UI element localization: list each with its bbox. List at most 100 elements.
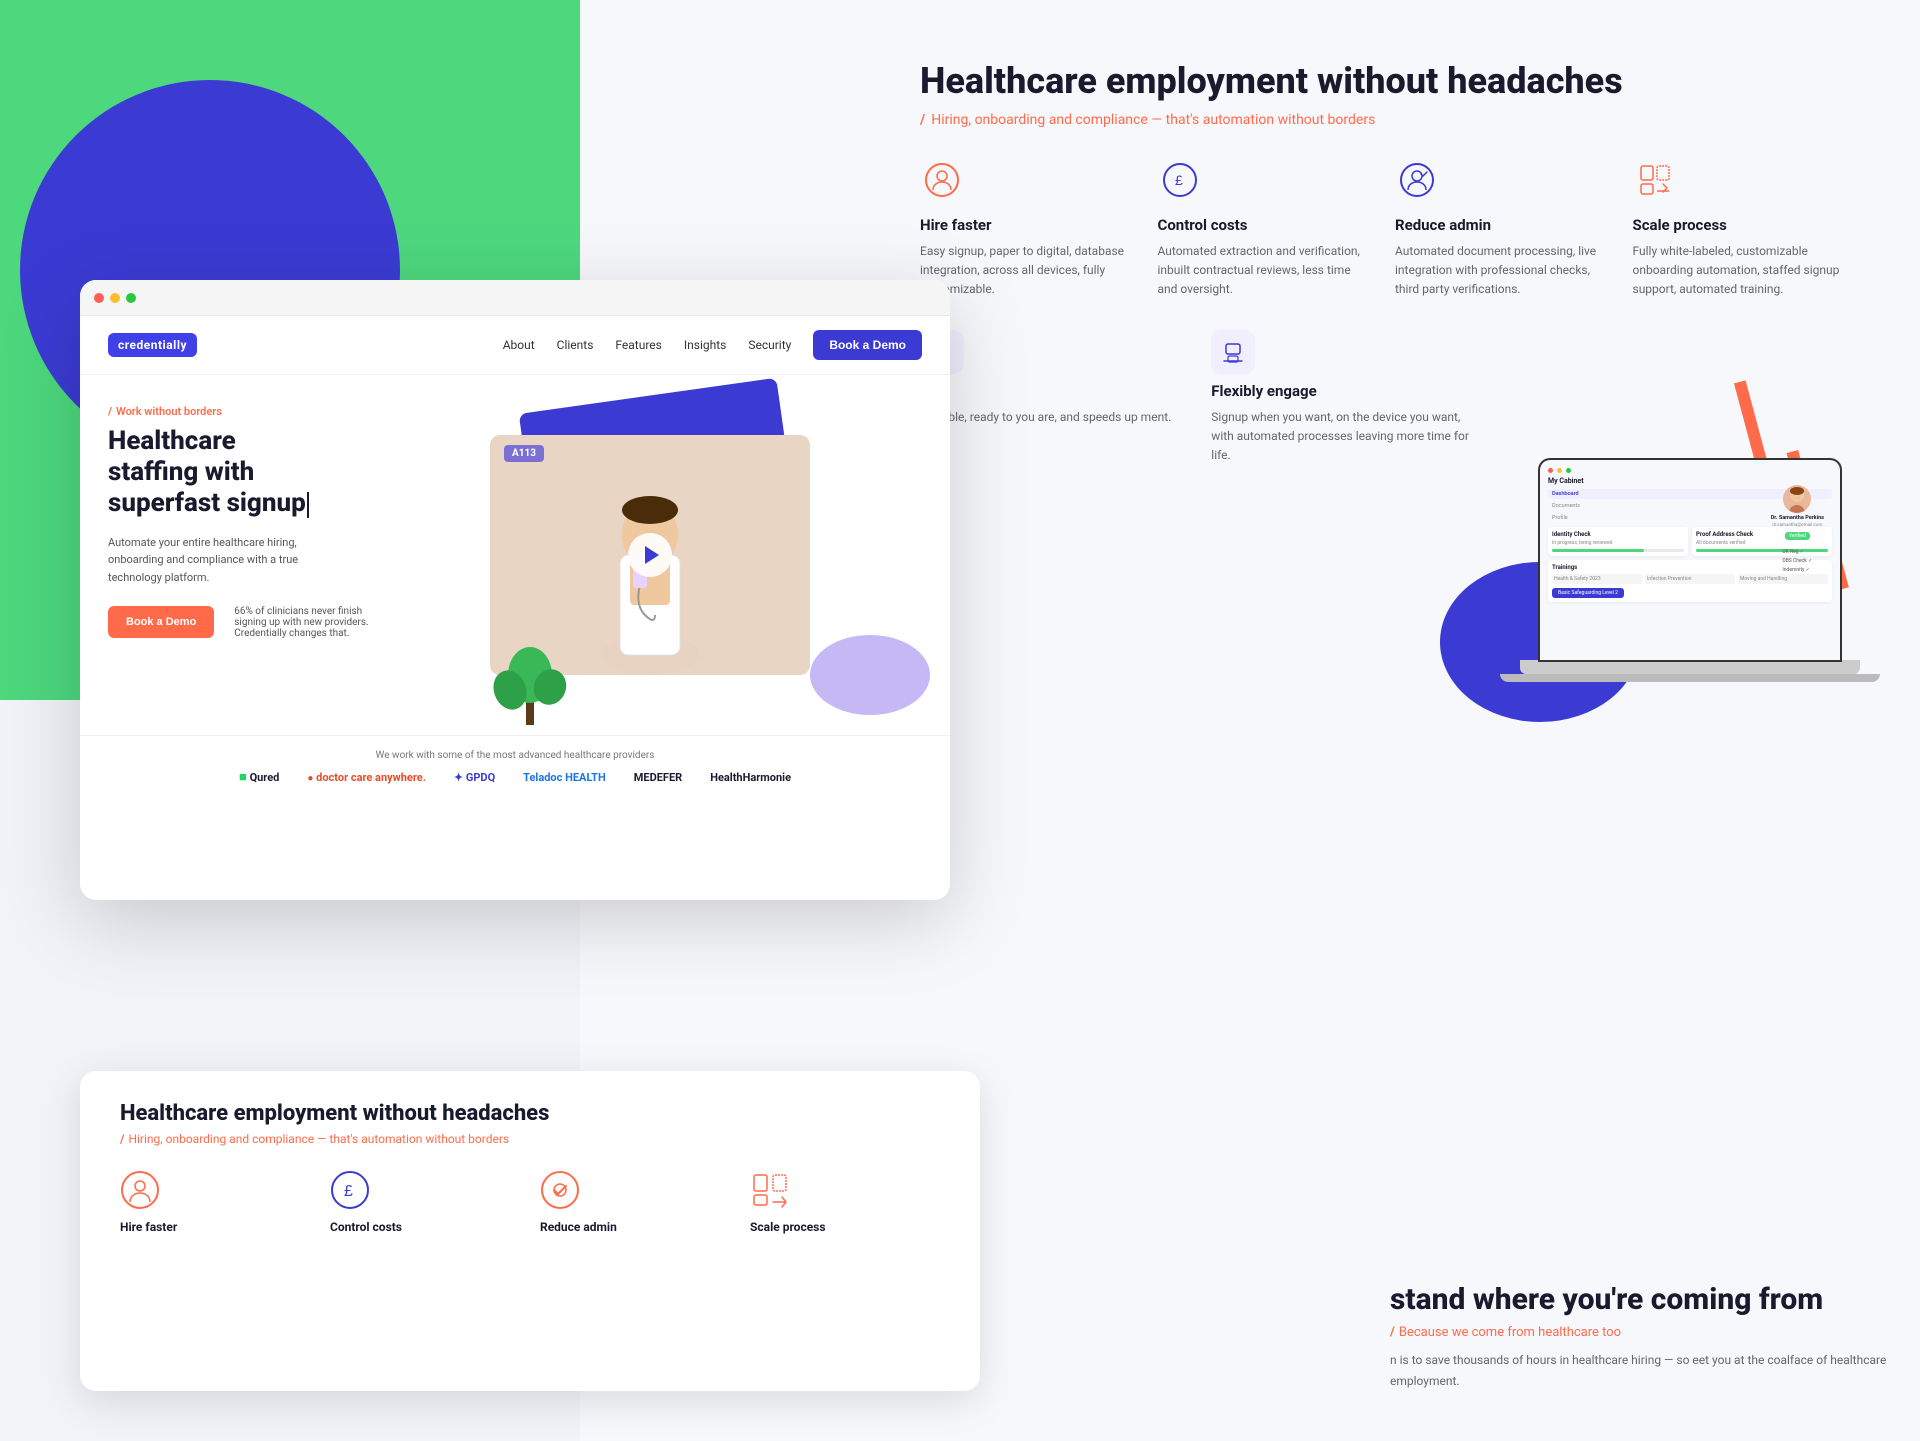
browser-chrome-bar xyxy=(80,280,950,316)
video-badge: A113 xyxy=(504,445,544,462)
laptop-screen-inner: My Cabinet Dashboard Documents Profile I… xyxy=(1540,460,1840,660)
browser-dot-fullscreen[interactable] xyxy=(126,293,136,303)
dash-identity-progress-fill xyxy=(1552,549,1644,552)
laptop-outer: My Cabinet Dashboard Documents Profile I… xyxy=(1500,460,1880,682)
bottom-admin-icon xyxy=(540,1170,580,1210)
hero-book-demo-button[interactable]: Book a Demo xyxy=(108,606,214,638)
nav-book-demo-button[interactable]: Book a Demo xyxy=(813,330,922,360)
features-main-title: Healthcare employment without headaches xyxy=(920,60,1840,102)
hero-illustration-area: A113 xyxy=(430,375,950,735)
reduce-admin-icon xyxy=(1395,158,1439,202)
svg-text:£: £ xyxy=(344,1183,353,1200)
dash-identity-title: Identity Check xyxy=(1552,531,1684,538)
partner-qured: ■ Qured xyxy=(239,769,279,785)
dash-dot-green xyxy=(1566,468,1571,473)
nav-clients[interactable]: Clients xyxy=(557,338,594,352)
dash-verified-badge: Verified xyxy=(1785,532,1810,540)
feature-control-costs-name: Control costs xyxy=(1158,216,1366,234)
engage-sily-desc: portable, ready to you are, and speeds u… xyxy=(920,408,1171,427)
bottom-browser-card: Healthcare employment without headaches … xyxy=(80,1071,980,1391)
site-navbar: credentially About Clients Features Insi… xyxy=(80,316,950,375)
dash-identity-card: Identity Check In progress, being review… xyxy=(1548,527,1688,556)
bottom-feature-hire-name: Hire faster xyxy=(120,1220,310,1234)
brand-logo[interactable]: credentially xyxy=(108,333,197,357)
hire-faster-icon xyxy=(920,158,964,202)
engage-flexibly-desc: Signup when you want, on the device you … xyxy=(1211,408,1471,466)
hero-description: Automate your entire healthcare hiring, … xyxy=(108,534,328,587)
dash-avatar xyxy=(1783,485,1811,513)
control-costs-icon: £ xyxy=(1158,158,1202,202)
feature-reduce-admin-name: Reduce admin xyxy=(1395,216,1603,234)
engage-flexibly-name: Flexibly engage xyxy=(1211,382,1471,400)
stand-section-title: stand where you're coming from xyxy=(1390,1282,1890,1317)
bottom-scale-icon xyxy=(750,1170,790,1210)
hero-tag: Work without borders xyxy=(108,405,412,418)
features-subtitle: Hiring, onboarding and compliance — that… xyxy=(920,112,1840,128)
laptop-mockup-section: My Cabinet Dashboard Documents Profile I… xyxy=(1500,460,1880,682)
nav-insights[interactable]: Insights xyxy=(684,338,726,352)
training-item-1: Health & Safety 2023 xyxy=(1552,574,1642,584)
feature-control-costs-desc: Automated extraction and verification, i… xyxy=(1158,242,1366,300)
nav-about[interactable]: About xyxy=(503,338,535,352)
engage-sily: sily portable, ready to you are, and spe… xyxy=(920,330,1171,466)
partner-gpdq: ✦ GPDQ xyxy=(454,771,495,784)
dash-safeguarding-badge[interactable]: Basic Safeguarding Level 2 xyxy=(1552,588,1624,598)
feature-scale-process-desc: Fully white-labeled, customizable onboar… xyxy=(1633,242,1841,300)
video-play-button[interactable] xyxy=(628,533,672,577)
dash-identity-sub: In progress, being reviewed xyxy=(1552,540,1684,546)
stand-section: stand where you're coming from Because w… xyxy=(1390,1282,1890,1391)
feature-control-costs: £ Control costs Automated extraction and… xyxy=(1158,158,1366,300)
laptop-base-foot xyxy=(1500,674,1880,682)
stand-section-desc: n is to save thousands of hours in healt… xyxy=(1390,1350,1890,1391)
partner-doctorcare: ● doctor care anywhere. xyxy=(307,771,426,784)
browser-dot-minimize[interactable] xyxy=(110,293,120,303)
feature-reduce-admin: Reduce admin Automated document processi… xyxy=(1395,158,1603,300)
bottom-feature-scale: Scale process xyxy=(750,1170,940,1234)
hero-section: Work without borders Healthcare staffing… xyxy=(80,375,950,735)
dash-person-name: Dr. Samantha Perkins xyxy=(1771,515,1824,521)
training-item-2: Infection Prevention xyxy=(1645,574,1735,584)
nav-features[interactable]: Features xyxy=(615,338,661,352)
scale-process-icon xyxy=(1633,158,1677,202)
bottom-hire-icon xyxy=(120,1170,160,1210)
features-top-section: Healthcare employment without headaches … xyxy=(920,60,1840,465)
nav-links-container: About Clients Features Insights Security… xyxy=(503,330,922,360)
play-triangle-icon xyxy=(645,546,659,564)
engage-sily-name: sily xyxy=(920,382,1171,400)
bottom-card-title: Healthcare employment without headaches xyxy=(120,1101,940,1126)
browser-dot-close[interactable] xyxy=(94,293,104,303)
partner-teladoc: Teladoc HEALTH xyxy=(523,771,606,784)
partners-label: We work with some of the most advanced h… xyxy=(108,750,922,761)
hero-stat-text: 66% of clinicians never finish signing u… xyxy=(234,606,394,639)
dash-person-email: dr.samantha@email.com xyxy=(1772,523,1822,528)
partners-section: We work with some of the most advanced h… xyxy=(80,735,950,799)
feature-hire-faster-name: Hire faster xyxy=(920,216,1128,234)
engage-flexibly-icon xyxy=(1211,330,1255,374)
bottom-feature-hire: Hire faster xyxy=(120,1170,310,1234)
dash-title: My Cabinet xyxy=(1548,477,1832,485)
bottom-costs-icon: £ xyxy=(330,1170,370,1210)
engage-section: sily portable, ready to you are, and spe… xyxy=(920,330,1840,466)
dash-dot-red xyxy=(1548,468,1553,473)
dash-dot-yellow xyxy=(1557,468,1562,473)
laptop-base xyxy=(1520,660,1860,674)
feature-reduce-admin-desc: Automated document processing, live inte… xyxy=(1395,242,1603,300)
feature-scale-process-name: Scale process xyxy=(1633,216,1841,234)
dash-avatar-section: Dr. Samantha Perkins dr.samantha@email.c… xyxy=(1771,485,1824,575)
bottom-card-subtitle: Hiring, onboarding and compliance — that… xyxy=(120,1132,940,1146)
svg-text:£: £ xyxy=(1175,172,1183,188)
feature-scale-process: Scale process Fully white-labeled, custo… xyxy=(1633,158,1841,300)
browser-content-area: credentially About Clients Features Insi… xyxy=(80,316,950,900)
engage-flexibly: Flexibly engage Signup when you want, on… xyxy=(1211,330,1471,466)
partner-medefer: MEDEFER xyxy=(634,771,682,784)
nav-security[interactable]: Security xyxy=(748,338,791,352)
browser-mockup: credentially About Clients Features Insi… xyxy=(80,280,950,900)
bottom-feature-costs-name: Control costs xyxy=(330,1220,520,1234)
bottom-feature-scale-name: Scale process xyxy=(750,1220,940,1234)
plant-illustration xyxy=(490,615,570,725)
bottom-feature-admin: Reduce admin xyxy=(540,1170,730,1234)
hero-text-area: Work without borders Healthcare staffing… xyxy=(80,375,440,735)
partner-healthharmonie: HealthHarmonie xyxy=(710,771,791,784)
dash-topbar xyxy=(1548,468,1832,473)
features-panel: Healthcare employment without headaches … xyxy=(840,0,1920,1441)
